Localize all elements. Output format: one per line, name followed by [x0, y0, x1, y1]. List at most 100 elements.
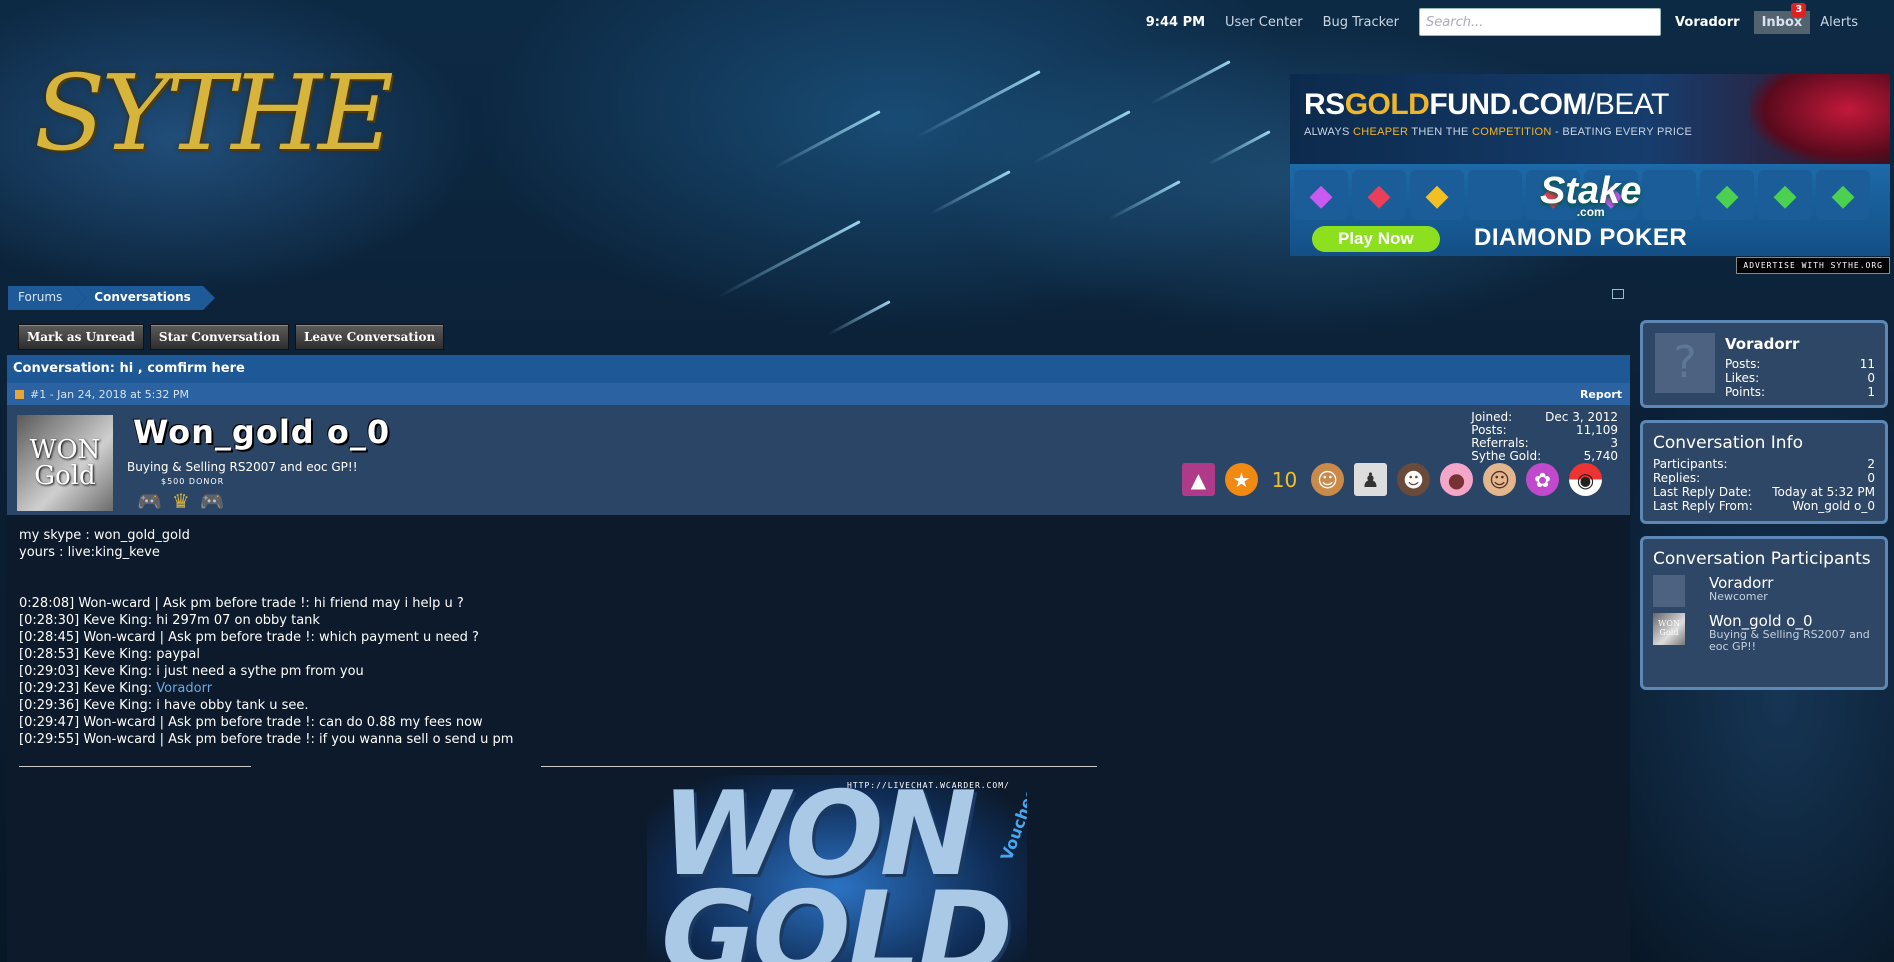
inbox-link[interactable]: Inbox 3 — [1753, 2, 1811, 34]
search-input[interactable]: Search... — [1419, 8, 1662, 36]
author-name[interactable]: Won_gold o_0 — [133, 413, 390, 451]
message-line: [0:28:45] Won-wcard | Ask pm before trad… — [19, 630, 479, 645]
participant-name[interactable]: Won_gold o_0 — [1709, 613, 1875, 629]
user-center-link[interactable]: User Center — [1225, 15, 1303, 30]
message-line: 0:28:08] Won-wcard | Ask pm before trade… — [19, 596, 464, 611]
message-line — [19, 578, 1618, 595]
author-block: WON Gold Won_gold o_0 Buying & Selling RS… — [7, 405, 1630, 515]
message-line: [0:29:36] Keve King: i have obby tank u … — [19, 698, 309, 713]
user-mention-link[interactable]: Voradorr — [156, 681, 212, 696]
visitor-points: Points: 1 — [1725, 385, 1875, 399]
message-line — [19, 561, 1618, 578]
pig-icon[interactable]: ● — [1440, 463, 1473, 496]
author-title: Buying & Selling RS2007 and eoc GP!! — [127, 460, 358, 474]
inbox-label: Inbox — [1761, 14, 1803, 30]
dragon-ball-icon[interactable]: ★ — [1225, 463, 1258, 496]
gem-icon: ◆ — [1758, 170, 1812, 220]
message-line: [0:28:53] Keve King: paypal — [19, 647, 200, 662]
breadcrumb: Forums Conversations — [8, 286, 215, 310]
post-meta[interactable]: #1 - Jan 24, 2018 at 5:32 PM — [15, 388, 189, 401]
participant-item[interactable]: Voradorr Newcomer — [1653, 575, 1875, 607]
breadcrumb-forums[interactable]: Forums — [8, 286, 87, 310]
controller-icon: 🎮 — [199, 489, 225, 513]
post-icon — [15, 389, 24, 399]
play-now-button[interactable]: Play Now — [1312, 226, 1440, 252]
head-icon[interactable]: ☺ — [1483, 463, 1516, 496]
gem-icon — [1468, 170, 1522, 220]
conversation-info-heading: Conversation Info — [1653, 433, 1803, 453]
signature-title: WON GOLD — [661, 775, 1013, 962]
top-navigation: 9:44 PM User Center Bug Tracker Search..… — [1145, 2, 1858, 36]
participant-title: Buying & Selling RS2007 and eoc GP!! — [1709, 628, 1870, 653]
participant-item[interactable]: WON Gold Won_gold o_0 Buying & Selling RS… — [1653, 613, 1875, 653]
signature-image[interactable]: HTTP://LIVECHAT.WCARDER.COM/ WON GOLD Vo… — [647, 775, 1027, 962]
gold-rank-icon: ♛ — [171, 489, 190, 513]
dragon-image — [1750, 74, 1890, 164]
portrait-icon[interactable]: ☻ — [1397, 463, 1430, 496]
stake-logo: Stake .com — [1540, 170, 1642, 219]
advertise-link[interactable]: ADVERTISE WITH SYTHE.ORG — [1736, 257, 1890, 274]
message-line: my skype : won_gold_gold — [19, 528, 190, 543]
account-username-link[interactable]: Voradorr — [1675, 15, 1740, 30]
placeholder-avatar-icon: ? — [1673, 337, 1697, 388]
popout-icon[interactable] — [1612, 289, 1624, 299]
face-icon[interactable]: ☺ — [1311, 463, 1344, 496]
donor-badge: $500 DONOR — [161, 477, 225, 486]
leave-conversation-button[interactable]: Leave Conversation — [294, 324, 445, 350]
avatar[interactable]: WON Gold — [1653, 613, 1685, 645]
avatar[interactable]: ? — [1655, 333, 1715, 393]
gem-icon — [1642, 170, 1696, 220]
info-last-reply-date: Last Reply Date: Today at 5:32 PM — [1653, 485, 1875, 499]
controller-icon: 🎮 — [137, 489, 162, 513]
advertisement-banner[interactable]: RSGOLDFUND.COM/BEAT ALWAYS CHEAPER THEN … — [1290, 74, 1890, 256]
message-line: [0:29:55] Won-wcard | Ask pm before trad… — [19, 732, 514, 747]
rank-icons: 🎮 ♛ 🎮 — [137, 489, 225, 513]
alerts-link[interactable]: Alerts — [1820, 15, 1858, 30]
clock: 9:44 PM — [1145, 14, 1206, 30]
breadcrumb-conversations[interactable]: Conversations — [74, 286, 215, 310]
participant-title: Newcomer — [1709, 590, 1768, 603]
bug-tracker-link[interactable]: Bug Tracker — [1323, 15, 1399, 30]
message-line: [0:29:47] Won-wcard | Ask pm before trad… — [19, 715, 483, 730]
visitor-likes: Likes: 0 — [1725, 371, 1875, 385]
conversation-participants-card: Conversation Participants Voradorr Newco… — [1640, 536, 1888, 690]
trophy-icons: ▲ ★ 10 ☺ ♟ ☻ ● ☺ ✿ ◉ — [1182, 463, 1602, 496]
gem-icon: ◆ — [1410, 170, 1464, 220]
gem-icon: ◆ — [1700, 170, 1754, 220]
ten-year-icon[interactable]: 10 — [1268, 463, 1301, 496]
participants-heading: Conversation Participants — [1653, 549, 1871, 569]
stake-ad[interactable]: ◆ ◆ ◆ ◆ ◆ ◆ ◆ ◆ Stake .com Play Now DIAMO… — [1290, 164, 1890, 256]
avatar[interactable] — [1653, 575, 1685, 607]
pokeball-icon[interactable]: ◉ — [1569, 463, 1602, 496]
message-line: [0:29:03] Keve King: i just need a sythe… — [19, 664, 364, 679]
message-line: [0:29:23] Keve King: Voradorr — [19, 681, 213, 696]
figure-icon[interactable]: ♟ — [1354, 463, 1387, 496]
conversation-panel: Conversation: hi , comfirm here #1 - Jan… — [7, 355, 1630, 962]
gem-icon: ◆ — [1352, 170, 1406, 220]
star-conversation-button[interactable]: Star Conversation — [149, 324, 289, 350]
post-header: #1 - Jan 24, 2018 at 5:32 PM Report — [7, 383, 1630, 405]
visitor-name[interactable]: Voradorr — [1725, 335, 1799, 353]
site-logo[interactable]: SYTHE — [34, 38, 394, 198]
conversation-title: Conversation: hi , comfirm here — [7, 355, 1630, 383]
info-replies: Replies: 0 — [1653, 471, 1875, 485]
rainbow-icon[interactable]: ▲ — [1182, 463, 1215, 496]
logo-text: SYTHE — [34, 52, 394, 174]
divider — [19, 766, 251, 767]
conversation-info-card: Conversation Info Participants: 2 Replies… — [1640, 420, 1888, 524]
message-body: my skype : won_gold_gold yours : live:ki… — [7, 515, 1630, 760]
avatar[interactable]: WON Gold — [17, 415, 113, 511]
participant-name[interactable]: Voradorr — [1709, 575, 1773, 591]
poker-text: DIAMOND POKER — [1474, 224, 1688, 251]
gem-icon: ◆ — [1294, 170, 1348, 220]
report-link[interactable]: Report — [1580, 388, 1622, 401]
creature-icon[interactable]: ✿ — [1526, 463, 1559, 496]
divider — [541, 766, 1097, 767]
inbox-count-badge: 3 — [1791, 2, 1807, 17]
gem-icon: ◆ — [1816, 170, 1870, 220]
rsgoldfund-ad[interactable]: RSGOLDFUND.COM/BEAT ALWAYS CHEAPER THEN … — [1290, 74, 1890, 164]
conversation-actions: Mark as Unread Star Conversation Leave C… — [18, 324, 445, 350]
visitor-card: ? Voradorr Posts: 11 Likes: 0 Points: 1 — [1640, 320, 1888, 408]
mark-unread-button[interactable]: Mark as Unread — [18, 324, 144, 350]
info-last-reply-from: Last Reply From: Won_gold o_0 — [1653, 499, 1875, 513]
